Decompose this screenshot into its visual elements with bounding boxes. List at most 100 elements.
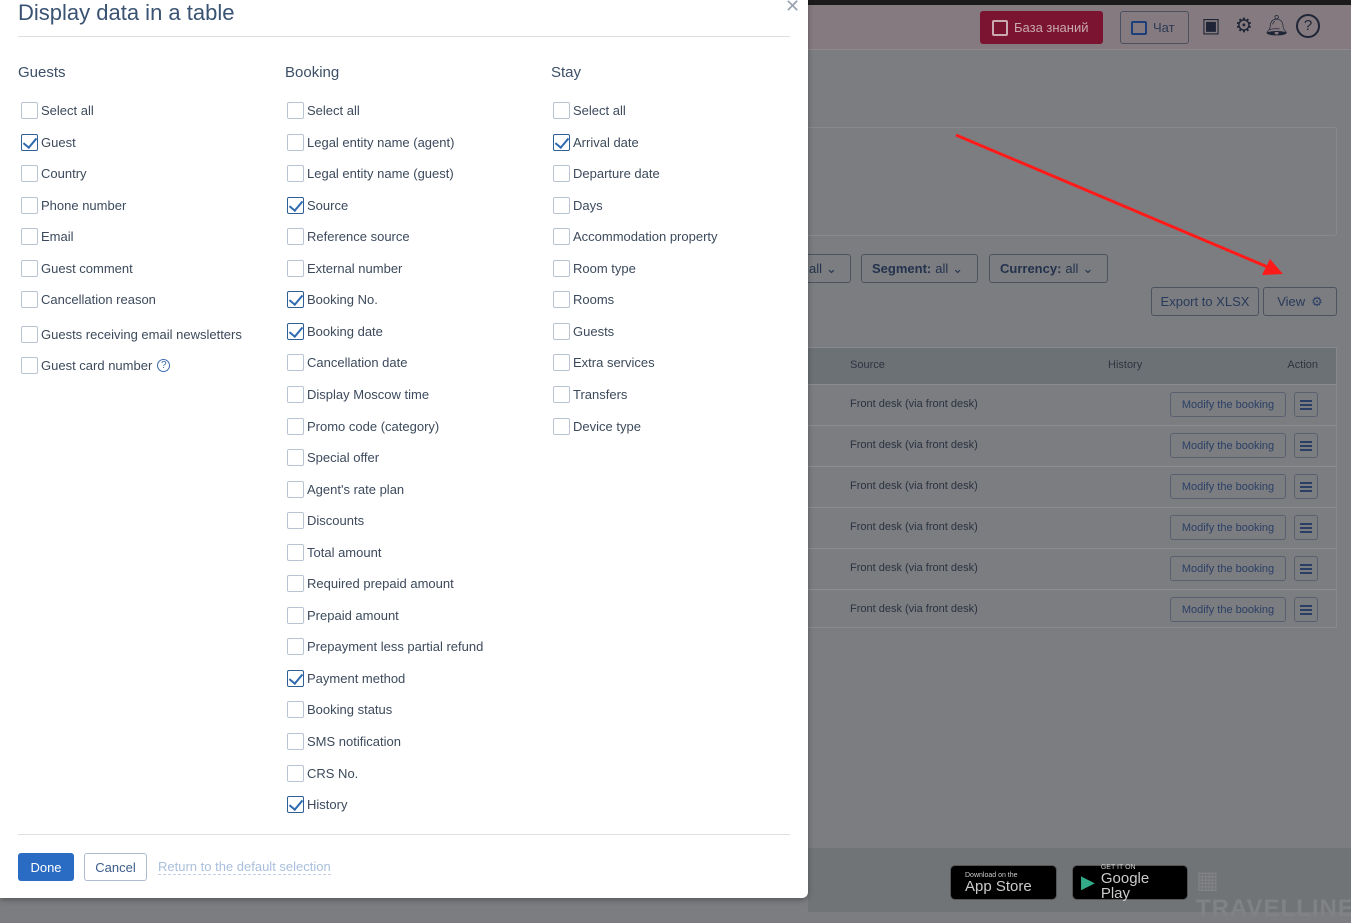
checkbox-box[interactable] [287,575,304,593]
checkbox-box[interactable] [21,291,38,309]
checkbox-departure-date[interactable]: Departure date [553,165,660,183]
checkbox-room-type[interactable]: Room type [553,259,636,277]
checkbox-label: Guests [573,323,615,339]
checkbox-source[interactable]: Source [287,196,348,214]
checkbox-box[interactable] [287,196,304,214]
checkbox-transfers[interactable]: Transfers [553,385,627,403]
checkbox-box[interactable] [21,133,38,151]
checkbox-booking-date[interactable]: Booking date [287,322,383,340]
checkbox-history[interactable]: History [287,796,347,814]
checkbox-legal-entity-name-agent[interactable]: Legal entity name (agent) [287,133,454,151]
checkbox-box[interactable] [287,228,304,246]
checkbox-box[interactable] [287,606,304,624]
checkbox-days[interactable]: Days [553,196,603,214]
checkbox-sms-notification[interactable]: SMS notification [287,733,401,750]
checkbox-box[interactable] [553,196,570,214]
checkbox-box[interactable] [287,165,304,183]
checkbox-label: Agent's rate plan [307,481,405,497]
checkbox-box[interactable] [287,764,304,782]
checkbox-box[interactable] [287,291,304,309]
checkbox-box[interactable] [553,165,570,183]
checkbox-box[interactable] [287,354,304,372]
checkbox-display-moscow-time[interactable]: Display Moscow time [287,385,429,403]
checkbox-box[interactable] [287,638,304,656]
checkbox-box[interactable] [287,385,304,403]
checkbox-special-offer[interactable]: Special offer [287,449,379,467]
checkbox-label: Guest card number [41,358,153,374]
checkbox-box[interactable] [287,417,304,435]
checkbox-email[interactable]: Email [21,228,74,246]
checkbox-cancellation-date[interactable]: Cancellation date [287,354,408,372]
checkbox-arrival-date[interactable]: Arrival date [553,133,639,151]
checkbox-label: Accommodation property [573,229,718,245]
checkbox-rooms[interactable]: Rooms [553,291,614,309]
checkbox-box[interactable] [287,701,304,719]
checkbox-device-type[interactable]: Device type [553,417,641,435]
checkbox-box[interactable] [21,325,38,343]
checkbox-accommodation-property[interactable]: Accommodation property [553,228,718,246]
checkbox-box[interactable] [553,291,570,309]
close-icon[interactable]: ✕ [785,0,800,17]
checkbox-box[interactable] [287,133,304,151]
checkbox-box[interactable] [21,228,38,246]
checkbox-box[interactable] [287,259,304,277]
checkbox-box[interactable] [287,449,304,467]
checkbox-box[interactable] [287,322,304,340]
checkbox-box[interactable] [553,385,570,403]
checkbox-guests[interactable]: Guests [553,322,615,340]
checkbox-select-all[interactable]: Select all [287,102,360,119]
checkbox-box[interactable] [287,512,304,530]
checkbox-box[interactable] [553,259,570,277]
checkbox-box[interactable] [287,102,304,119]
checkbox-box[interactable] [21,196,38,214]
checkbox-box[interactable] [287,480,304,498]
column-heading-stay: Stay [551,64,582,81]
checkbox-box[interactable] [553,417,570,435]
done-button[interactable]: Done [18,853,74,881]
checkbox-country[interactable]: Country [21,165,87,183]
checkbox-phone-number[interactable]: Phone number [21,196,126,214]
checkbox-box[interactable] [287,669,304,687]
checkbox-prepaid-amount[interactable]: Prepaid amount [287,606,399,624]
checkbox-guests-receiving-email-newsletters[interactable]: Guests receiving email newsletters [21,325,242,343]
checkbox-guest-comment[interactable]: Guest comment [21,259,133,277]
checkbox-discounts[interactable]: Discounts [287,512,364,530]
checkbox-guest[interactable]: Guest [21,133,76,151]
checkbox-box[interactable] [553,133,570,151]
checkbox-guest-card-number[interactable]: Guest card number? [21,357,171,375]
checkbox-prepayment-less-partial-refund[interactable]: Prepayment less partial refund [287,638,483,656]
checkbox-reference-source[interactable]: Reference source [287,228,410,246]
checkbox-agent-s-rate-plan[interactable]: Agent's rate plan [287,480,405,498]
help-icon[interactable]: ? [157,359,171,373]
reset-default-link[interactable]: Return to the default selection [158,859,331,875]
checkbox-label: Extra services [573,355,655,371]
checkbox-label: Cancellation date [307,355,408,371]
checkbox-box[interactable] [287,733,304,750]
checkbox-box[interactable] [21,102,38,119]
cancel-button[interactable]: Cancel [84,853,147,881]
checkbox-promo-code-category[interactable]: Promo code (category) [287,417,439,435]
checkbox-required-prepaid-amount[interactable]: Required prepaid amount [287,575,454,593]
checkbox-box[interactable] [553,322,570,340]
checkbox-cancellation-reason[interactable]: Cancellation reason [21,291,156,309]
checkbox-box[interactable] [553,228,570,246]
checkbox-box[interactable] [287,796,304,814]
checkbox-box[interactable] [21,259,38,277]
checkbox-label: Guest [41,134,76,150]
checkbox-payment-method[interactable]: Payment method [287,669,405,687]
checkbox-box[interactable] [553,102,570,119]
checkbox-crs-no[interactable]: CRS No. [287,764,358,782]
checkbox-booking-no[interactable]: Booking No. [287,291,378,309]
checkbox-total-amount[interactable]: Total amount [287,543,381,561]
checkbox-external-number[interactable]: External number [287,259,402,277]
checkbox-box[interactable] [21,165,38,183]
checkbox-extra-services[interactable]: Extra services [553,354,655,372]
checkbox-booking-status[interactable]: Booking status [287,701,392,719]
checkbox-box[interactable] [553,354,570,372]
checkbox-box[interactable] [287,543,304,561]
checkbox-box[interactable] [21,357,38,375]
checkbox-select-all[interactable]: Select all [553,102,626,119]
checkbox-label: Departure date [573,166,660,182]
checkbox-legal-entity-name-guest[interactable]: Legal entity name (guest) [287,165,454,183]
checkbox-select-all[interactable]: Select all [21,102,94,119]
